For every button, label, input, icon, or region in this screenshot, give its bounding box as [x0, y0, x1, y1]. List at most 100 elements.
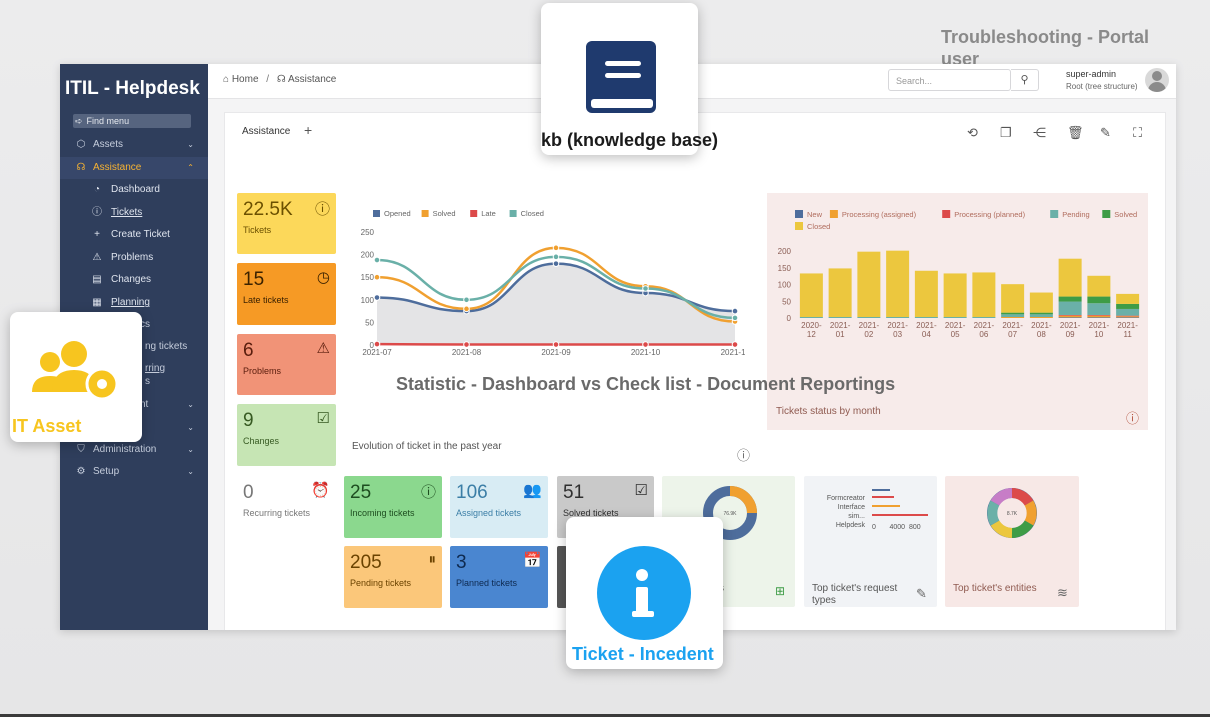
sidebar-item-label: Administration: [93, 444, 157, 455]
y-tick-label: 150: [361, 273, 375, 282]
bar-segment: [972, 316, 996, 318]
bar-segment: [1001, 316, 1025, 318]
stat-value: 106: [456, 482, 488, 503]
edit-icon[interactable]: ✎: [1100, 125, 1111, 141]
it-asset-label: IT Asset: [12, 416, 82, 436]
small-card-incoming[interactable]: 25 Incoming tickets ⓘ: [344, 476, 442, 538]
x-tick-label: 10: [1094, 330, 1103, 339]
small-card-assigned[interactable]: 106 Assigned tickets 👥: [450, 476, 548, 538]
add-tab-button[interactable]: +: [304, 122, 312, 138]
x-tick-label: 2021-: [1031, 321, 1052, 330]
donut-slice: [987, 500, 1000, 526]
copy-icon[interactable]: ❐: [1000, 125, 1012, 141]
x-tick-label: 2021-: [1060, 321, 1081, 330]
info-icon[interactable]: ⓘ: [737, 445, 750, 464]
sidebar-item-assistance[interactable]: ☊ Assistance ⌃: [60, 157, 208, 179]
plus-icon: +: [94, 229, 100, 240]
stat-label: Recurring tickets: [243, 508, 311, 518]
find-menu-button[interactable]: ➪ Find menu: [73, 114, 191, 128]
stat-value: 6: [243, 340, 254, 361]
sidebar-item-setup[interactable]: ⚙ Setup ⌄: [60, 461, 208, 483]
x-tick-label: 2021-: [1089, 321, 1110, 330]
share-icon[interactable]: ⋲: [1033, 125, 1046, 141]
stat-card-problems[interactable]: 6 Problems ⚠: [237, 334, 336, 395]
bar-segment: [1001, 312, 1025, 315]
entities-widget[interactable]: 8.7K Top ticket's entities ≋: [945, 476, 1079, 607]
bar-segment: [1029, 292, 1053, 313]
breadcrumb-separator: /: [266, 74, 270, 85]
trash-icon[interactable]: 🗑: [1067, 125, 1084, 141]
data-point: [463, 296, 470, 304]
sidebar-item-administration[interactable]: ⛉ Administration ⌄: [60, 439, 208, 461]
bar-segment: [1087, 315, 1111, 318]
kb-overlay-card[interactable]: kb (knowledge base): [541, 3, 719, 155]
sidebar-subitem-tickets[interactable]: ⓘ Tickets: [60, 202, 208, 224]
donut-slice: [729, 486, 757, 514]
cube-icon: ⬡: [76, 139, 86, 150]
x-tick-label: 03: [893, 330, 902, 339]
tab-assistance[interactable]: Assistance: [242, 126, 290, 137]
stat-card-late-tickets[interactable]: 15 Late tickets ◷: [237, 263, 336, 325]
request-type-labels: Formcreator Interface sim... Helpdesk: [826, 495, 865, 529]
x-tick-label: 2021-: [887, 321, 908, 330]
request-types-widget[interactable]: Formcreator Interface sim... Helpdesk 0 40…: [804, 476, 937, 607]
data-point: [463, 341, 470, 348]
small-card-pending[interactable]: 205 Pending tickets ⏸: [344, 546, 442, 608]
bar-segment: [914, 270, 938, 317]
small-card-planned[interactable]: 3 Planned tickets 📅: [450, 546, 548, 608]
stat-card-changes[interactable]: 9 Changes ☑: [237, 404, 336, 466]
breadcrumb-home[interactable]: Home: [232, 74, 259, 85]
small-card-recurring[interactable]: 0 Recurring tickets ⏰: [237, 476, 336, 538]
sidebar-subitem-planning[interactable]: ▦ Planning: [60, 292, 208, 314]
layers-icon: ≋: [1057, 585, 1068, 600]
bar-segment: [1116, 308, 1140, 316]
search-button[interactable]: ⚲: [1011, 69, 1039, 91]
calendar-check-icon: 📅: [523, 552, 542, 569]
sidebar-subitem-create-ticket[interactable]: + Create Ticket: [60, 224, 208, 246]
history-icon[interactable]: ⟲: [967, 125, 978, 141]
user-name[interactable]: super-admin: [1066, 69, 1116, 79]
sidebar-subitem-label: ng tickets: [145, 341, 188, 352]
arrow-right-icon: ➪: [75, 116, 83, 126]
clipboard-check-icon: ☑: [316, 410, 330, 427]
bar-segment: [1116, 316, 1140, 318]
sidebar-item-assets[interactable]: ⬡ Assets ⌄: [60, 134, 208, 156]
it-asset-overlay-card[interactable]: IT Asset: [10, 312, 142, 442]
breadcrumb-current[interactable]: Assistance: [288, 74, 336, 85]
user-entity[interactable]: Root (tree structure): [1066, 82, 1138, 91]
users-gear-icon: [32, 341, 119, 401]
sidebar-subitem-problems[interactable]: ⚠ Problems: [60, 247, 208, 269]
fullscreen-icon[interactable]: ⛶: [1133, 125, 1142, 141]
sitemap-icon: ⊞: [775, 584, 786, 598]
bar-chart: New Processing (assigned) Processing (plan…: [778, 210, 1140, 339]
kb-label: kb (knowledge base): [541, 130, 719, 150]
stat-value: 51: [563, 482, 585, 503]
stat-card-tickets[interactable]: 22.5K Tickets ⓘ: [237, 193, 336, 254]
legend-swatch: [421, 210, 429, 217]
data-point: [731, 314, 739, 322]
x-tick-label: 2021-: [916, 321, 937, 330]
y-tick-label: 250: [361, 228, 375, 237]
x-tick-label: 11: [1123, 330, 1132, 339]
bar: [872, 496, 894, 498]
bar-segment: [943, 273, 967, 317]
x-tick-label: 2021-10: [631, 348, 661, 357]
stat-label: Planned tickets: [456, 578, 518, 588]
info-icon[interactable]: ⓘ: [1126, 408, 1139, 427]
bar-segment: [1087, 317, 1111, 318]
sidebar-subitem-dashboard[interactable]: ◔ Dashboard: [60, 179, 208, 201]
search-input[interactable]: Search...: [888, 69, 1011, 91]
avatar[interactable]: [1145, 68, 1169, 92]
bar-segment: [1058, 317, 1082, 318]
donut-slice: [1011, 488, 1034, 506]
legend-label: Closed: [807, 222, 830, 231]
data-point: [552, 341, 560, 348]
users-icon: 👥: [523, 482, 542, 499]
bar-segment: [1029, 312, 1053, 315]
bar-segment: [799, 316, 823, 318]
bar-segment: [972, 272, 996, 317]
ticket-overlay-card[interactable]: Ticket - Incedent: [566, 517, 723, 669]
sidebar-subitem-changes[interactable]: ▤ Changes: [60, 269, 208, 291]
chevron-down-icon: ⌄: [187, 140, 194, 149]
bar-segment: [1029, 316, 1053, 318]
